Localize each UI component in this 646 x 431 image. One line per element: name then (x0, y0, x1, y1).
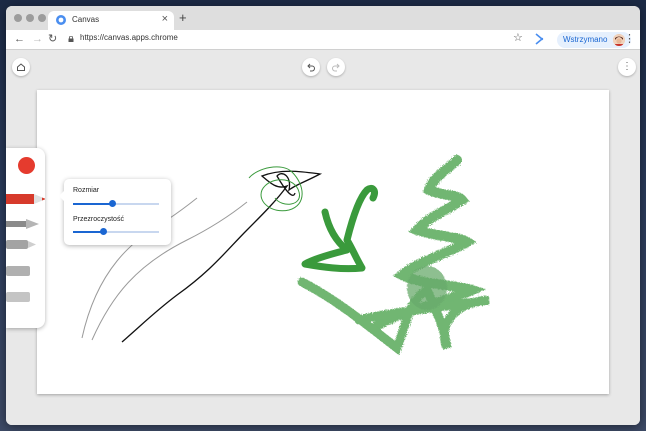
marker-stroke-green (301, 184, 378, 273)
size-slider-thumb[interactable] (109, 200, 116, 207)
canvas-favicon-icon (56, 15, 66, 25)
close-icon[interactable]: × (162, 13, 168, 25)
eraser-tool-icon[interactable] (6, 292, 30, 302)
extension-icon[interactable] (534, 33, 544, 45)
minimize-window-icon[interactable] (26, 14, 34, 22)
profile-paused-button[interactable]: Wstrzymano (557, 32, 631, 48)
size-label: Rozmiar (73, 187, 100, 194)
back-icon[interactable]: ← (14, 32, 25, 46)
maximize-window-icon[interactable] (38, 14, 46, 22)
color-swatch-selected[interactable] (18, 157, 35, 174)
pen-stroke-green (248, 166, 303, 212)
browser-window: Canvas × + ← → ↻ https://canvas.apps.chr… (6, 6, 640, 425)
more-vert-icon[interactable]: ⋮ (618, 58, 636, 76)
size-slider[interactable] (73, 200, 159, 207)
opacity-slider-thumb[interactable] (100, 228, 107, 235)
tab-title: Canvas (72, 15, 100, 24)
lock-icon (68, 36, 74, 42)
plus-icon[interactable]: + (179, 11, 187, 25)
close-window-icon[interactable] (14, 14, 22, 22)
star-icon[interactable]: ☆ (513, 32, 523, 45)
chalk-tool-icon[interactable] (6, 266, 30, 276)
canvas-app: ⋮ Rozmiar Przezroczystość (6, 50, 640, 425)
browser-toolbar: ← → ↻ https://canvas.apps.chrome ☆ Wstrz… (6, 30, 640, 50)
browser-menu-icon[interactable]: ⋮ (624, 33, 635, 45)
marker-tool-icon[interactable] (6, 194, 45, 204)
redo-icon[interactable] (327, 58, 345, 76)
reload-icon[interactable]: ↻ (48, 32, 57, 46)
address-bar[interactable]: https://canvas.apps.chrome ☆ (68, 32, 536, 47)
undo-icon[interactable] (302, 58, 320, 76)
tab-canvas[interactable]: Canvas × (48, 11, 174, 30)
tool-settings-popover: Rozmiar Przezroczystość (59, 179, 171, 245)
url-text: https://canvas.apps.chrome (80, 33, 178, 42)
forward-icon[interactable]: → (32, 32, 43, 46)
felt-tip-tool-icon[interactable] (6, 240, 36, 249)
opacity-label: Przezroczystość (73, 216, 124, 223)
home-icon[interactable] (12, 58, 30, 76)
tab-strip: Canvas × + (6, 6, 640, 30)
fountain-pen-tool-icon[interactable] (6, 219, 39, 229)
tool-palette (6, 148, 45, 328)
opacity-slider[interactable] (73, 228, 159, 235)
profile-status-label: Wstrzymano (563, 35, 608, 44)
